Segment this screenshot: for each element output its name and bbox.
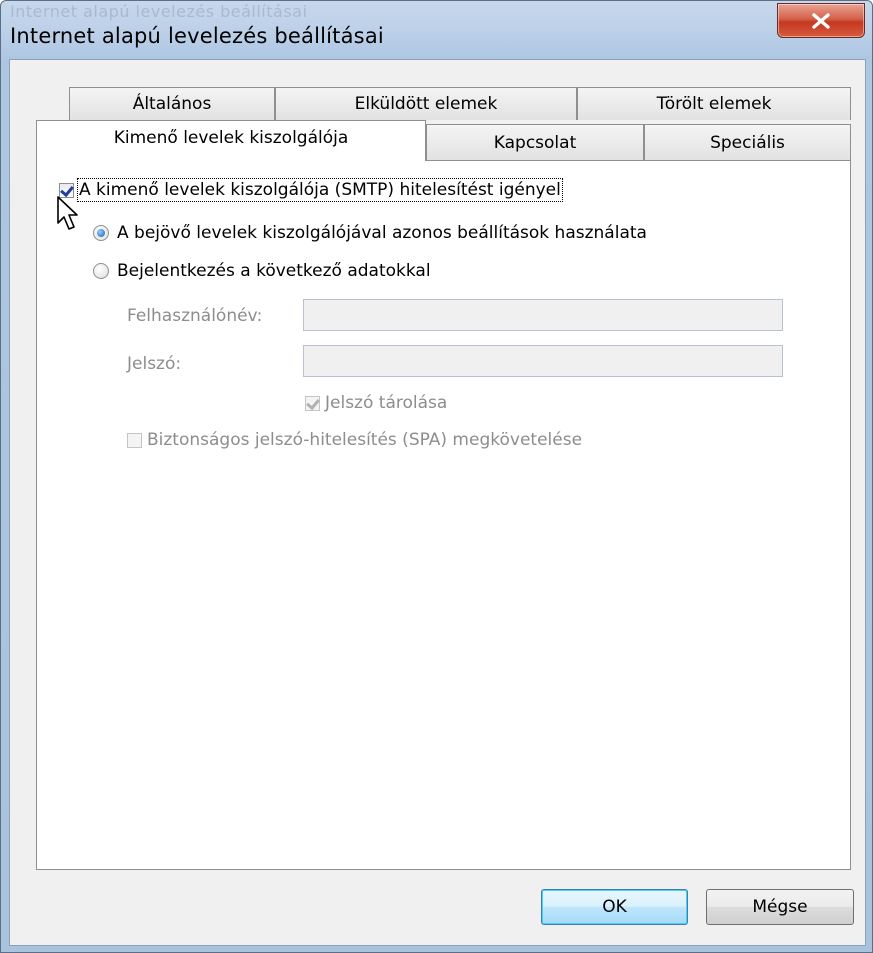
- tab-panel-outgoing-server: A kimenő levelek kiszolgálója (SMTP) hit…: [36, 160, 851, 870]
- remember-password-row[interactable]: Jelszó tárolása: [305, 393, 447, 413]
- window-title: Internet alapú levelezés beállításai: [10, 24, 384, 48]
- tab-advanced-label: Speciális: [710, 132, 785, 153]
- tab-connection-label: Kapcsolat: [493, 132, 577, 153]
- password-input[interactable]: [303, 345, 783, 377]
- login-with-radio[interactable]: [93, 263, 109, 279]
- remember-password-checkbox[interactable]: [305, 395, 320, 411]
- password-label: Jelszó:: [127, 354, 182, 374]
- tab-general[interactable]: Általános: [69, 87, 275, 120]
- cancel-button[interactable]: Mégse: [706, 889, 854, 925]
- close-icon: [812, 12, 830, 29]
- smtp-auth-row[interactable]: A kimenő levelek kiszolgálója (SMTP) hit…: [59, 178, 563, 202]
- tab-advanced[interactable]: Speciális: [644, 124, 851, 160]
- close-button[interactable]: [777, 3, 865, 38]
- dialog-client-area: Általános Elküldött elemek Törölt elemek…: [9, 59, 866, 946]
- tab-outgoing-server-label: Kimenő levelek kiszolgálója: [113, 128, 349, 148]
- login-with-label: Bejelentkezés a következő adatokkal: [117, 261, 431, 281]
- tab-sent-items-label: Elküldött elemek: [354, 94, 498, 114]
- login-with-row[interactable]: Bejelentkezés a következő adatokkal: [93, 261, 431, 281]
- tab-connection[interactable]: Kapcsolat: [426, 124, 644, 160]
- spa-checkbox[interactable]: [127, 432, 142, 448]
- spa-row[interactable]: Biztonságos jelszó-hitelesítés (SPA) meg…: [127, 430, 582, 450]
- tab-outgoing-server[interactable]: Kimenő levelek kiszolgálója: [36, 120, 426, 161]
- use-same-settings-radio[interactable]: [93, 225, 109, 241]
- remember-password-label: Jelszó tárolása: [325, 393, 448, 413]
- tab-deleted-items-label: Törölt elemek: [656, 94, 772, 114]
- tab-sent-items[interactable]: Elküldött elemek: [275, 87, 577, 120]
- dialog-window: Internet alapú levelezés beállításai Int…: [0, 0, 873, 953]
- title-ghost-text: Internet alapú levelezés beállításai: [10, 2, 308, 21]
- spa-label: Biztonságos jelszó-hitelesítés (SPA) meg…: [147, 430, 583, 450]
- title-bar[interactable]: Internet alapú levelezés beállításai Int…: [1, 1, 872, 59]
- mouse-pointer-icon: [57, 196, 78, 230]
- tab-deleted-items[interactable]: Törölt elemek: [577, 87, 851, 120]
- username-input[interactable]: [303, 299, 783, 331]
- smtp-auth-label: A kimenő levelek kiszolgálója (SMTP) hit…: [77, 178, 563, 202]
- use-same-settings-row[interactable]: A bejövő levelek kiszolgálójával azonos …: [93, 223, 647, 243]
- username-label: Felhasználónév:: [127, 306, 263, 326]
- use-same-settings-label: A bejövő levelek kiszolgálójával azonos …: [117, 223, 647, 243]
- tab-general-label: Általános: [132, 94, 212, 114]
- ok-button[interactable]: OK: [541, 889, 688, 925]
